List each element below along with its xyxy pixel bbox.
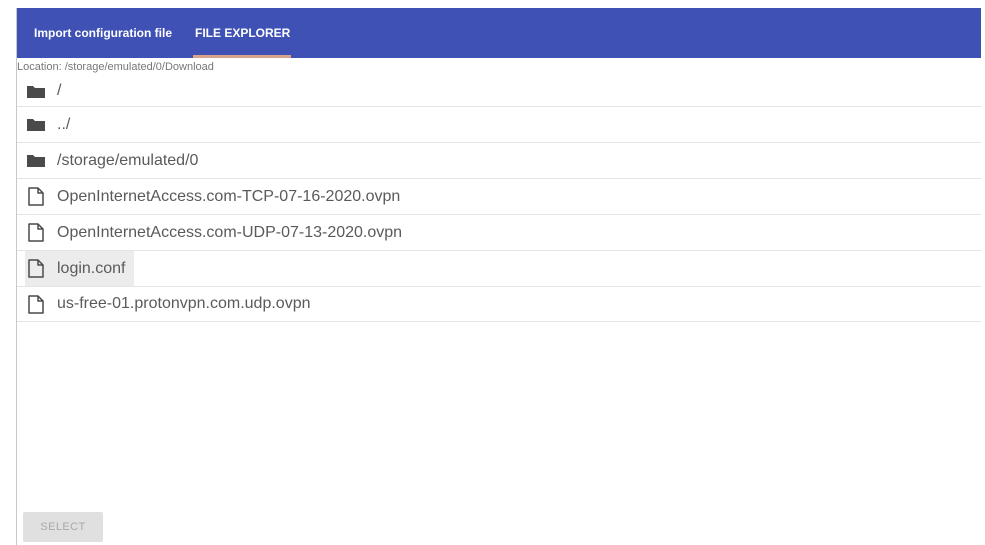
tab-import-configuration-file[interactable]: Import configuration file xyxy=(34,8,181,58)
file-explorer-window: Import configuration file FILE EXPLORER … xyxy=(16,8,981,545)
folder-icon xyxy=(25,115,47,135)
list-item-udp-ovpn[interactable]: OpenInternetAccess.com-UDP-07-13-2020.ov… xyxy=(17,214,981,250)
list-item-label: login.conf xyxy=(57,259,126,277)
list-item-protonvpn-ovpn[interactable]: us-free-01.protonvpn.com.udp.ovpn xyxy=(17,286,981,322)
list-item-login-conf[interactable]: login.conf xyxy=(17,250,981,286)
file-icon xyxy=(25,187,47,207)
list-item-label: ../ xyxy=(57,115,71,133)
file-icon xyxy=(25,223,47,243)
list-item-storage[interactable]: /storage/emulated/0 xyxy=(17,142,981,178)
list-item-label: OpenInternetAccess.com-UDP-07-13-2020.ov… xyxy=(57,223,403,241)
list-item-label: OpenInternetAccess.com-TCP-07-16-2020.ov… xyxy=(57,187,401,205)
tab-bar: Import configuration file FILE EXPLORER xyxy=(17,8,981,58)
folder-icon xyxy=(25,151,47,171)
tab-file-explorer[interactable]: FILE EXPLORER xyxy=(192,8,299,58)
folder-icon xyxy=(25,81,47,101)
file-icon xyxy=(25,294,47,314)
list-item-label: /storage/emulated/0 xyxy=(57,151,199,169)
list-item-focus: login.conf xyxy=(25,251,134,286)
list-item-tcp-ovpn[interactable]: OpenInternetAccess.com-TCP-07-16-2020.ov… xyxy=(17,178,981,214)
list-item-parent[interactable]: ../ xyxy=(17,106,981,142)
file-icon xyxy=(25,259,47,279)
list-item-label: / xyxy=(57,82,62,99)
file-list: / ../ /storage/emulated/0 OpenInternetAc… xyxy=(17,82,981,322)
list-item-label: us-free-01.protonvpn.com.udp.ovpn xyxy=(57,295,311,312)
select-button[interactable]: SELECT xyxy=(23,512,103,542)
location-path: Location: /storage/emulated/0/Download xyxy=(17,61,214,73)
list-item-root[interactable]: / xyxy=(17,76,981,106)
